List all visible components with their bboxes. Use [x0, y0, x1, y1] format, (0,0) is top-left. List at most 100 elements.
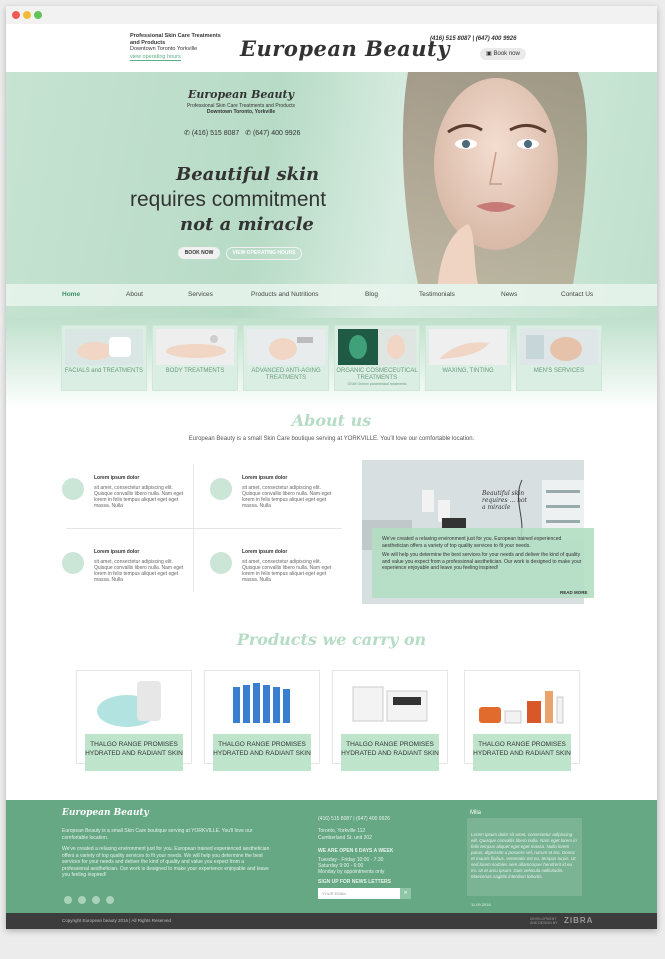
nav-products[interactable]: Products and Nutritions	[251, 291, 319, 298]
footer-hours3: Monday by appointments only	[318, 869, 385, 875]
developer-credit: DEVELOPMENT AND DESIGN BY	[530, 917, 557, 925]
product-caption: THALGO RANGE PROMISES HYDRATED AND RADIA…	[473, 734, 571, 771]
nav-home[interactable]: Home	[62, 291, 80, 298]
hero-banner: European Beauty Professional Skin Care T…	[6, 72, 657, 318]
product-image	[233, 683, 290, 723]
service-card-anti-aging[interactable]: ADVANCED ANTI-AGING TREATMENTS	[243, 325, 329, 391]
testimonial-date: 11.09.2016	[471, 902, 491, 907]
close-window-button[interactable]	[12, 11, 20, 19]
lotus-icon	[210, 552, 232, 574]
about-overlay-box: We've created a relaxing environment jus…	[372, 528, 594, 598]
site-logo[interactable]: European Beauty	[240, 36, 450, 61]
lotus-icon	[62, 478, 84, 500]
product-caption: THALGO RANGE PROMISES HYDRATED AND RADIA…	[213, 734, 311, 771]
product-card[interactable]: THALGO RANGE PROMISES HYDRATED AND RADIA…	[204, 670, 320, 771]
testimonial-text: Lorem ipsum dolor sit amet, consectetur …	[471, 832, 577, 879]
main-nav: Home About Services Products and Nutriti…	[6, 284, 657, 306]
service-image	[338, 329, 416, 365]
product-caption: THALGO RANGE PROMISES HYDRATED AND RADIA…	[85, 734, 183, 771]
facebook-icon[interactable]	[64, 896, 72, 904]
salon-sign: Beautiful skin requires ... not a miracl…	[482, 490, 527, 511]
services-strip: FACIALS and TREATMENTS BODY TREATMENTS A…	[6, 318, 657, 410]
developer-logo[interactable]: ZIBRA	[564, 916, 593, 925]
hero-brand-line2: Downtown Toronto, Yorkville	[206, 109, 276, 115]
minimize-window-button[interactable]	[23, 11, 31, 19]
hero-headline-2: requires commitment	[130, 188, 327, 211]
hero-phone2: (647) 400 9926	[252, 130, 301, 137]
header-tagline: Professional Skin Care Treatments and Pr…	[130, 33, 221, 61]
footer-paragraph: We've created a relaxing environment jus…	[62, 846, 270, 878]
about-subtitle: European Beauty is a small Skin Care bou…	[188, 436, 475, 442]
product-image	[97, 681, 161, 727]
service-image	[156, 329, 234, 365]
service-label: ORGANIC COSMECEUTICAL TREATMENTS	[336, 368, 418, 381]
service-sublabel: OSMI Ostrom paramedical treatments	[347, 382, 407, 386]
site-footer: European Beauty European Beauty is a sma…	[6, 800, 657, 913]
product-card[interactable]: THALGO RANGE PROMISES HYDRATED AND RADIA…	[464, 670, 580, 771]
googleplus-icon[interactable]	[106, 896, 114, 904]
service-label: FACIALS and TREATMENTS	[64, 368, 144, 374]
copyright-bar: Copyright European beauty 2016 | All Rig…	[6, 913, 657, 929]
testimonial-author: Mila	[470, 810, 482, 816]
footer-open-heading: WE ARE OPEN 6 DAYS A WEEK	[318, 848, 394, 854]
feature-title: Lorem ipsum dolor	[242, 549, 288, 555]
nav-contact[interactable]: Contact Us	[561, 291, 593, 298]
service-card-mens[interactable]: MEN'S SERVICES	[516, 325, 602, 391]
window-titlebar	[6, 6, 657, 24]
nav-testimonials[interactable]: Testimonials	[419, 291, 455, 298]
nav-about[interactable]: About	[126, 291, 143, 298]
service-card-waxing[interactable]: WAXING, TINTING	[425, 325, 511, 391]
service-image	[429, 329, 507, 365]
service-label: WAXING, TINTING	[442, 368, 494, 374]
nav-news[interactable]: News	[501, 291, 517, 298]
site-header: Professional Skin Care Treatments and Pr…	[6, 24, 657, 73]
product-card[interactable]: THALGO RANGE PROMISES HYDRATED AND RADIA…	[76, 670, 192, 771]
feature-body: sit amet, consectetur adipiscing elit. Q…	[242, 559, 332, 583]
footer-intro: European Beauty is a small Skin Care bou…	[62, 828, 253, 841]
newsletter-email-input[interactable]: YOUR EMAIL	[318, 888, 400, 899]
about-box-p1: We've created a relaxing environment jus…	[382, 536, 562, 549]
feature-title: Lorem ipsum dolor	[94, 475, 140, 481]
service-image	[520, 329, 598, 365]
twitter-icon[interactable]	[78, 896, 86, 904]
read-more-link[interactable]: READ MORE	[560, 590, 588, 595]
newsletter-submit-button[interactable]: »	[400, 888, 411, 899]
developer-line2: AND DESIGN BY	[530, 921, 558, 925]
feature-body: sit amet, consectetur adipiscing elit. Q…	[242, 485, 332, 509]
hero-brand-block: European Beauty Professional Skin Care T…	[176, 88, 306, 137]
header-book-now-button[interactable]: ▣ Book now	[480, 48, 526, 60]
service-card-body[interactable]: BODY TREATMENTS	[152, 325, 238, 391]
hero-phones: ✆ (416) 515 8087 ✆ (647) 400 9926	[184, 129, 300, 137]
footer-phones: (416) 515 8087 | (647) 400 9926	[318, 816, 390, 822]
service-card-facials[interactable]: FACIALS and TREATMENTS	[61, 325, 147, 391]
header-tagline-line1: Professional Skin Care Treatments	[130, 33, 221, 39]
nav-blog[interactable]: Blog	[365, 291, 378, 298]
header-location: Downtown Toronto Yorkville	[130, 46, 198, 52]
service-image	[247, 329, 325, 365]
footer-address1: Toronto, Yorkville 112	[318, 828, 366, 834]
products-heading: Products we carry on	[236, 630, 427, 649]
about-box-p2: We will help you determine the best serv…	[382, 552, 582, 571]
maximize-window-button[interactable]	[34, 11, 42, 19]
browser-window: Professional Skin Care Treatments and Pr…	[6, 6, 657, 929]
service-label: ADVANCED ANTI-AGING TREATMENTS	[251, 368, 321, 381]
service-card-organic[interactable]: ORGANIC COSMECEUTICAL TREATMENTS OSMI Os…	[334, 325, 420, 391]
hero-phone1: (416) 515 8087	[191, 130, 240, 137]
footer-address2: Cumberland St. unit 202	[318, 835, 372, 841]
hero-view-hours-button[interactable]: VIEW OPERATING HOURS	[226, 247, 302, 260]
model-face-image	[402, 72, 588, 284]
hero-headline-3: not a miracle	[180, 214, 314, 235]
product-card[interactable]: THALGO RANGE PROMISES HYDRATED AND RADIA…	[332, 670, 448, 771]
book-now-label: Book now	[493, 51, 520, 57]
feature-title: Lorem ipsum dolor	[242, 475, 288, 481]
feature-body: sit amet, consectetur adipiscing elit. Q…	[94, 559, 184, 583]
hero-book-now-button[interactable]: BOOK NOW	[178, 247, 220, 259]
nav-services[interactable]: Services	[188, 291, 213, 298]
youtube-icon[interactable]	[92, 896, 100, 904]
product-caption: THALGO RANGE PROMISES HYDRATED AND RADIA…	[341, 734, 439, 771]
feature-title: Lorem ipsum dolor	[94, 549, 140, 555]
lotus-icon	[210, 478, 232, 500]
product-image	[479, 691, 564, 724]
view-hours-link[interactable]: view operating hours	[130, 54, 181, 61]
service-image	[65, 329, 143, 365]
